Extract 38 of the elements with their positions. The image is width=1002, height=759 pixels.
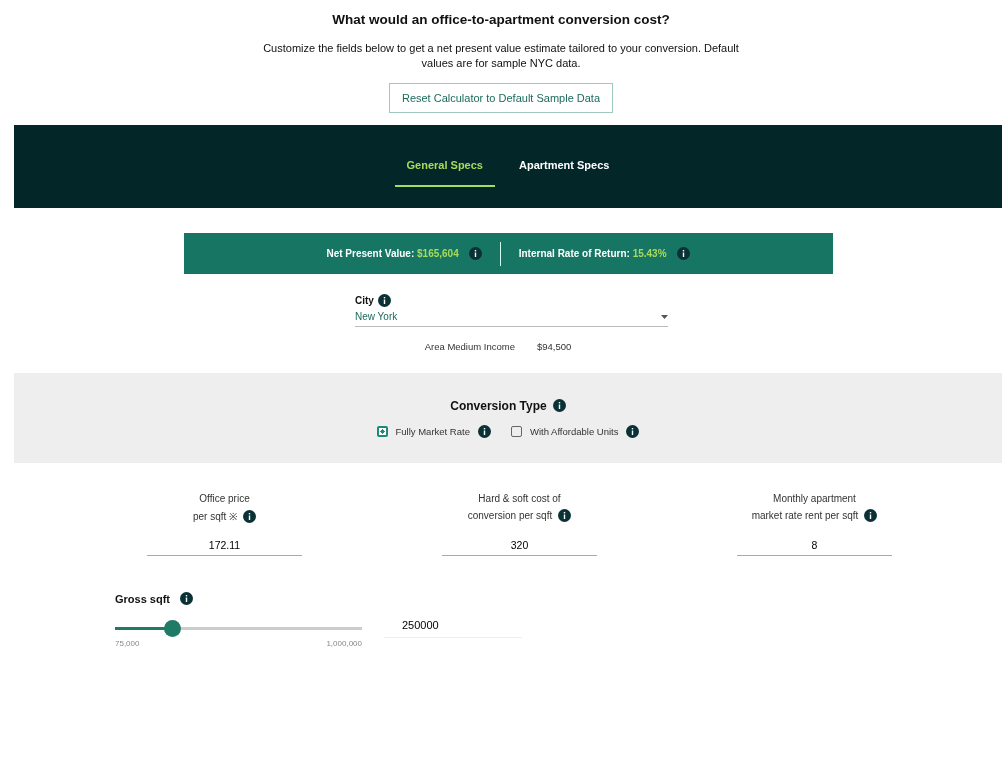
info-icon[interactable] (468, 247, 482, 260)
income-label: Area Medium Income (424, 341, 515, 352)
slider-thumb[interactable] (163, 620, 181, 637)
field-label: per sqft ※ (192, 510, 238, 523)
tab[interactable]: Apartment Specs (506, 146, 622, 187)
result-text: Internal Rate of Return: 15.43% (518, 248, 667, 259)
field-label: Hard & soft cost of (478, 493, 561, 504)
info-icon[interactable] (558, 509, 572, 522)
info-icon[interactable] (676, 247, 690, 260)
caret-icon (661, 314, 668, 319)
income-value: $94,500 (536, 341, 572, 352)
input-field[interactable]: 250000 (384, 619, 522, 638)
result-text: Net Present Value: $165,604 (326, 248, 459, 259)
field-label: Monthly apartment (773, 493, 856, 504)
info-icon[interactable] (377, 294, 391, 307)
slider-min: 75,000 (115, 639, 140, 648)
field-label: conversion per sqft (467, 510, 553, 521)
info-icon[interactable] (180, 592, 193, 605)
info-icon[interactable] (864, 509, 878, 522)
radio[interactable] (510, 425, 522, 437)
radio-selected[interactable] (376, 425, 388, 437)
option-label: With Affordable Units (529, 425, 619, 437)
field-label: market rate rent per sqft (751, 510, 859, 521)
reset-button[interactable]: Reset Calculator to Default Sample Data (388, 83, 614, 113)
field-label: City (355, 295, 374, 306)
section-title: Conversion Type (450, 398, 547, 413)
field-label: Office price (199, 493, 250, 504)
option-label: Fully Market Rate (395, 425, 470, 437)
info-icon[interactable] (552, 399, 566, 412)
page-title: What would an office-to-apartment conversion cost? (332, 12, 670, 27)
tab[interactable]: General Specs (394, 146, 495, 187)
field-label: Gross sqft (115, 592, 170, 605)
info-icon[interactable] (626, 424, 640, 438)
info-icon[interactable] (243, 509, 257, 523)
description: Customize the fields below to get a net present value estimate tailored to your conversion. Default values are for sample NYC data. (262, 41, 740, 71)
city-dropdown[interactable]: New York (355, 307, 668, 327)
slider-max: 1,000,000 (326, 639, 362, 648)
info-icon[interactable] (477, 424, 491, 438)
